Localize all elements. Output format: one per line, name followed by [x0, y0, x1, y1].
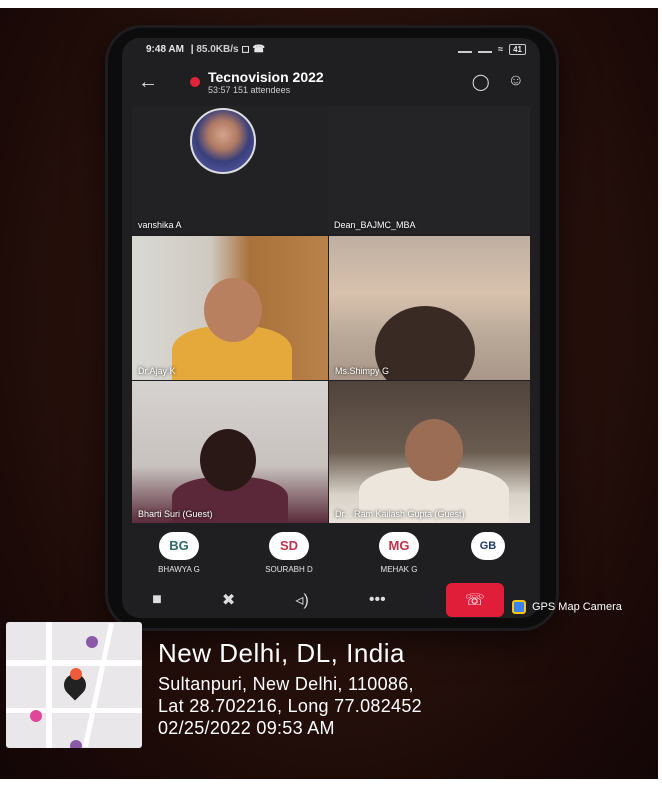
battery-icon: 41: [509, 43, 526, 55]
avatar: [190, 108, 256, 174]
meeting-info: Tecnovision 2022 53:57 151 attendees: [208, 69, 324, 95]
participants-icon[interactable]: ☺: [508, 72, 524, 92]
person-head: [405, 419, 463, 481]
status-separator: |: [187, 43, 197, 55]
photo-border-bottom: [0, 779, 662, 785]
tile-name: Ms.Shimpy G: [335, 366, 390, 376]
back-arrow-icon[interactable]: ←: [138, 71, 172, 94]
avatar: SD: [269, 532, 309, 560]
gps-info: New Delhi, DL, India Sultanpuri, New Del…: [158, 638, 422, 739]
map-road: [6, 660, 142, 666]
photo-border-top: [0, 0, 662, 8]
tile-name: vanshika A: [138, 220, 182, 230]
map-thumbnail: [6, 622, 142, 748]
person-head: [204, 278, 262, 342]
video-tile-ajay[interactable]: Dr.Ajay K: [132, 236, 328, 380]
camera-off-icon[interactable]: ■: [152, 591, 162, 609]
tile-name: Dr.Ajay K: [138, 366, 176, 376]
participant-chip-gb[interactable]: GB: [438, 528, 538, 580]
tile-name: Bharti Suri (Guest): [138, 509, 213, 519]
participant-chip-bhawya[interactable]: BG BHAWYA G: [124, 528, 234, 580]
map-poi-icon: [86, 636, 98, 648]
status-indicators: ≈ 41: [458, 43, 526, 55]
speaker-icon[interactable]: ◃): [295, 590, 308, 610]
signal-icon-2: [478, 45, 493, 53]
header-actions: ◯ ☺: [472, 72, 524, 92]
recording-dot-icon: [190, 77, 200, 87]
phone-screen: 9:48 AM | 85.0KB/s ◻ ☎ ≈ 41 ← Tecnovisio…: [122, 38, 540, 618]
status-network-speed: 85.0KB/s: [196, 43, 239, 55]
person-head: [375, 306, 475, 380]
video-tile-dean[interactable]: Dean_BAJMC_MBA: [328, 106, 530, 234]
map-poi-icon: [70, 740, 82, 748]
person-head: [200, 429, 256, 491]
status-bar: 9:48 AM | 85.0KB/s ◻ ☎ ≈ 41: [122, 38, 540, 60]
video-tile-bharti[interactable]: Bharti Suri (Guest): [132, 381, 328, 523]
map-poi-icon: [30, 710, 42, 722]
photo-scene: 9:48 AM | 85.0KB/s ◻ ☎ ≈ 41 ← Tecnovisio…: [0, 0, 662, 785]
gps-camera-badge: GPS Map Camera: [512, 600, 622, 614]
meeting-duration-attendees: 53:57 151 attendees: [208, 85, 291, 95]
avatar: GB: [471, 532, 505, 560]
participant-strip: BG BHAWYA G SD SOURABH D MG MEHAK G GB: [122, 528, 540, 580]
video-tile-vanshika[interactable]: vanshika A: [132, 106, 328, 234]
avatar: MG: [379, 532, 419, 560]
call-header: ← Tecnovision 2022 53:57 151 attendees ◯…: [122, 62, 540, 102]
tile-name: Dean_BAJMC_MBA: [334, 220, 416, 230]
video-tile-shimpy[interactable]: Ms.Shimpy G: [329, 236, 530, 380]
wifi-icon: ≈: [498, 44, 504, 54]
notification-icons: ◻ ☎: [238, 43, 265, 55]
meeting-title: Tecnovision 2022: [208, 69, 324, 85]
status-time: 9:48 AM: [146, 43, 184, 55]
chip-name: SOURABH D: [265, 565, 313, 574]
map-road: [6, 708, 142, 713]
call-controls: ■ ✖ ◃) ••• ☏: [122, 582, 540, 618]
signal-icon: [458, 45, 473, 53]
gps-city: New Delhi, DL, India: [158, 638, 405, 668]
end-call-button[interactable]: ☏: [445, 583, 504, 617]
gps-camera-icon: [512, 600, 526, 614]
gps-address: Sultanpuri, New Delhi, 110086,: [158, 674, 414, 694]
chat-icon[interactable]: ◯: [472, 72, 490, 92]
video-tile-ram[interactable]: Dr. . Ram Kailash Gupta (Guest): [329, 381, 530, 523]
tile-name: Dr. . Ram Kailash Gupta (Guest): [335, 509, 465, 519]
participant-chip-sourabh[interactable]: SD SOURABH D: [234, 528, 344, 580]
mic-off-icon[interactable]: ✖: [222, 590, 235, 610]
photo-border-right: [658, 0, 662, 785]
gps-coordinates: Lat 28.702216, Long 77.082452: [158, 696, 422, 716]
avatar: BG: [159, 532, 199, 560]
location-dot: [70, 668, 82, 680]
more-icon[interactable]: •••: [369, 591, 386, 609]
gps-datetime: 02/25/2022 09:53 AM: [158, 718, 335, 738]
end-call-icon: ☏: [464, 592, 485, 609]
gps-camera-label: GPS Map Camera: [532, 601, 622, 613]
map-road: [46, 622, 52, 748]
chip-name: BHAWYA G: [158, 565, 200, 574]
